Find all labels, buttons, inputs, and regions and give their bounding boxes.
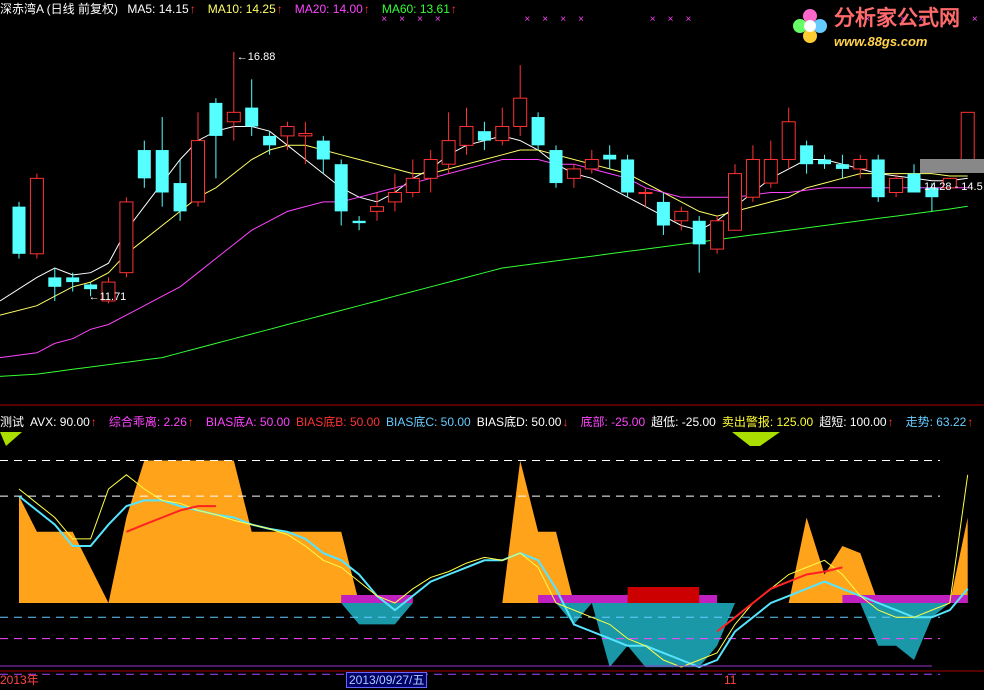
indicator-legend-item: 测试 bbox=[0, 415, 25, 429]
indicator-legend-item: BIAS底B: 50.00 bbox=[295, 415, 380, 429]
indicator-legend-item: 超短: 100.00↑ bbox=[819, 415, 894, 429]
low-price-annotation: ←11.71 bbox=[89, 291, 127, 303]
candle-body-up bbox=[459, 125, 474, 146]
ma-legend-arrow: ↑ bbox=[363, 2, 370, 16]
indicator-legend-item: AVX: 90.00↑ bbox=[30, 415, 97, 429]
indicator-legend-arrow: ↓ bbox=[562, 415, 569, 429]
indicator-legend: 测试 AVX: 90.00↑ 综合乖离: 2.26↑ BIAS底A: 50.00 BIA… bbox=[0, 413, 984, 429]
candle-body-down bbox=[209, 102, 223, 136]
candle-body-down bbox=[477, 131, 491, 141]
candle-body-down bbox=[907, 173, 921, 193]
logo-title: 分析家公式网 bbox=[834, 6, 960, 30]
candle-body-up bbox=[781, 121, 796, 160]
candle-body-down bbox=[155, 150, 169, 193]
indicator-legend-item: 走势: 63.22↑ bbox=[905, 415, 974, 429]
candle-body-down bbox=[621, 159, 635, 193]
candle-body-down bbox=[800, 145, 814, 165]
candle-body-down bbox=[245, 107, 259, 127]
ma-legend-arrow: ↑ bbox=[450, 2, 457, 16]
stock-chart: ←16.88←11.7114.28 - 14.5× × × × × × × × × × × × × × × × bbox=[0, 0, 984, 690]
indicator-legend-arrow: ↑ bbox=[967, 415, 974, 429]
candle-body-down bbox=[692, 220, 706, 245]
ma-legend-arrow: ↑ bbox=[189, 2, 196, 16]
candle-body-down bbox=[263, 135, 277, 146]
candle-body-down bbox=[48, 277, 62, 287]
red-band bbox=[627, 587, 700, 603]
indicator-legend-item: BIAS底C: 50.00 bbox=[386, 415, 471, 429]
indicator-legend-item: 卖出警报: 125.00 bbox=[721, 415, 814, 429]
candle-body-up bbox=[566, 168, 581, 179]
indicator-legend-arrow: ↑ bbox=[187, 415, 194, 429]
ma-legend-items: MA5: 14.15↑ MA10: 14.25↑ MA20: 14.00↑ MA60:… bbox=[127, 2, 469, 16]
candle-body-down bbox=[316, 140, 330, 160]
candle-body-up bbox=[423, 158, 438, 179]
current-price-box bbox=[920, 159, 984, 173]
logo-url: www.88gs.com bbox=[834, 34, 928, 49]
indicator-legend-item: BIAS底D: 50.00↓ bbox=[476, 415, 569, 429]
indicator-legend-item: 综合乖离: 2.26↑ bbox=[108, 415, 194, 429]
x-axis-label-year: 2013年 bbox=[0, 673, 39, 687]
price-range-label: 14.28 - 14.5 bbox=[924, 181, 983, 193]
ma-legend-item: MA10: 14.25↑ bbox=[207, 2, 283, 16]
indicator-legend-item: 底部: -25.00 bbox=[580, 415, 646, 429]
high-price-annotation: ←16.88 bbox=[237, 51, 276, 63]
candle-body-down bbox=[818, 159, 831, 165]
candle-body-down bbox=[84, 284, 98, 290]
candle-body-up bbox=[960, 111, 975, 165]
candle-body-down bbox=[173, 183, 187, 212]
candle-body-up bbox=[638, 191, 653, 194]
site-logo: 分析家公式网 www.88gs.com bbox=[790, 2, 980, 54]
candle-body-up bbox=[405, 177, 420, 193]
candle-body-up bbox=[226, 111, 241, 123]
candle-body-down bbox=[352, 220, 366, 224]
candle-body-down bbox=[66, 277, 80, 283]
candle-body-down bbox=[656, 201, 670, 226]
candle-body-up bbox=[29, 177, 44, 255]
candle-body-up bbox=[513, 97, 528, 127]
candle-body-up bbox=[889, 177, 904, 193]
candle-body-down bbox=[603, 154, 617, 160]
ma-legend-item: MA20: 14.00↑ bbox=[294, 2, 370, 16]
indicator-legend-items: 测试 AVX: 90.00↑ 综合乖离: 2.26↑ BIAS底A: 50.00 BIA… bbox=[0, 415, 984, 429]
candle-body-up bbox=[119, 201, 134, 274]
security-title: 深赤湾A (日线 前复权) bbox=[0, 2, 119, 16]
ma-legend-item: MA60: 13.61↑ bbox=[381, 2, 457, 16]
candle-body-up bbox=[763, 158, 778, 184]
candle-body-up bbox=[728, 173, 742, 231]
candle-body-down bbox=[835, 164, 849, 169]
candle-body-up bbox=[495, 125, 510, 142]
indicator-legend-arrow: ↑ bbox=[887, 415, 894, 429]
candle-body-down bbox=[549, 150, 563, 184]
x-axis-label-month: 11 bbox=[724, 673, 737, 687]
candle-body-up bbox=[370, 206, 384, 212]
candle-body-up bbox=[853, 158, 868, 170]
candle-body-up bbox=[280, 125, 295, 137]
candle-body-up bbox=[710, 220, 725, 250]
ma-legend-arrow: ↑ bbox=[276, 2, 283, 16]
indicator-legend-item: BIAS底A: 50.00 bbox=[205, 415, 290, 429]
candle-body-down bbox=[334, 164, 348, 212]
candle-body-up bbox=[441, 140, 456, 165]
ma-legend-item: MA5: 14.15↑ bbox=[127, 2, 196, 16]
indicator-legend-arrow: ↑ bbox=[90, 415, 97, 429]
candle-body-down bbox=[12, 206, 26, 254]
flower-icon bbox=[793, 8, 827, 43]
candle-body-up bbox=[298, 133, 313, 137]
candle-body-up bbox=[745, 158, 760, 198]
candle-body-up bbox=[387, 191, 402, 203]
candle-body-up bbox=[584, 158, 599, 170]
candle-body-down bbox=[871, 159, 885, 198]
indicator-legend-item: 超低: -25.00 bbox=[651, 415, 716, 429]
candle-body-down bbox=[137, 150, 151, 179]
x-axis-label-date[interactable]: 2013/09/27/五 bbox=[346, 672, 428, 688]
candle-body-up bbox=[674, 210, 689, 222]
candle-body-up bbox=[191, 140, 205, 203]
candle-body-down bbox=[531, 117, 545, 146]
